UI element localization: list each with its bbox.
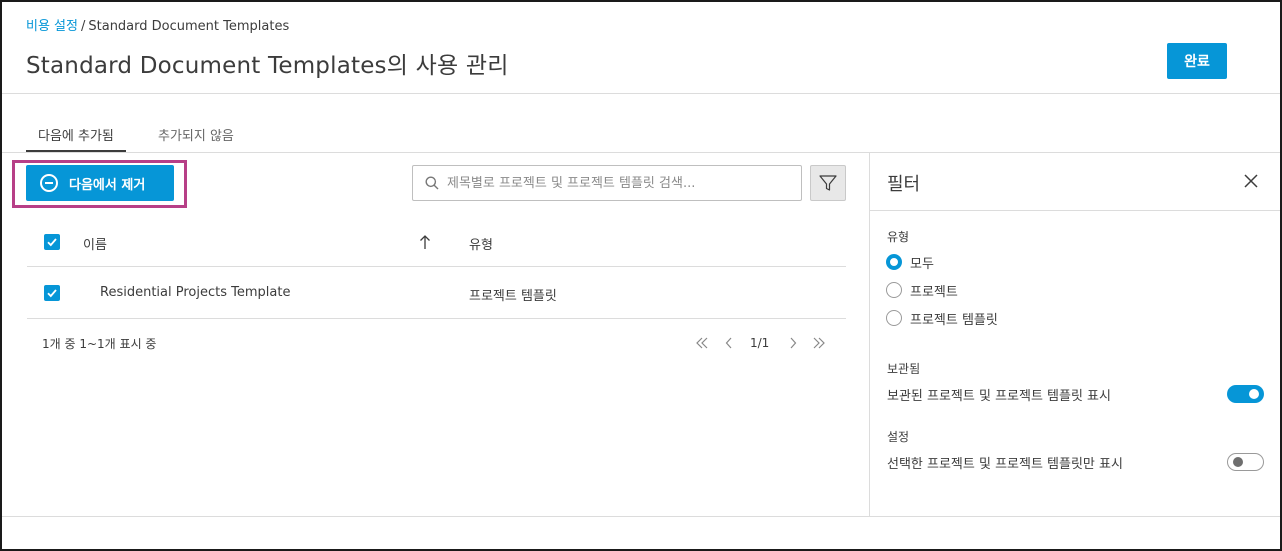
archived-toggle-label: 보관된 프로젝트 및 프로젝트 템플릿 표시 bbox=[887, 389, 1111, 404]
column-header-type[interactable]: 유형 bbox=[469, 234, 493, 253]
page-title: Standard Document Templates의 사용 관리 bbox=[26, 53, 509, 79]
chevron-right-icon bbox=[790, 337, 797, 349]
radio-all[interactable] bbox=[886, 254, 902, 270]
selected-only-toggle-label: 선택한 프로젝트 및 프로젝트 템플릿만 표시 bbox=[887, 457, 1123, 472]
chevron-left-icon bbox=[725, 337, 732, 349]
last-page-button[interactable] bbox=[811, 333, 827, 353]
page-indicator: 1/1 bbox=[750, 336, 770, 350]
radio-project-label[interactable]: 프로젝트 bbox=[910, 281, 958, 300]
row-name[interactable]: Residential Projects Template bbox=[100, 285, 290, 300]
footer-divider bbox=[2, 516, 1280, 517]
checkmark-icon bbox=[47, 289, 57, 298]
filter-type-label: 유형 bbox=[887, 230, 910, 244]
double-chevron-right-icon bbox=[813, 337, 825, 349]
select-all-checkbox[interactable] bbox=[44, 234, 60, 250]
checkmark-icon bbox=[47, 238, 57, 247]
row-type: 프로젝트 템플릿 bbox=[469, 289, 557, 304]
breadcrumb-current: Standard Document Templates bbox=[88, 19, 290, 34]
table-row-divider bbox=[27, 318, 846, 319]
breadcrumb-separator: / bbox=[80, 19, 86, 34]
radio-all-label[interactable]: 모두 bbox=[910, 253, 934, 272]
tab-not-added[interactable]: 추가되지 않음 bbox=[158, 125, 234, 144]
minus-circle-icon bbox=[40, 174, 58, 192]
search-box[interactable] bbox=[412, 165, 802, 201]
header-divider bbox=[2, 93, 1280, 94]
tabs-divider bbox=[2, 152, 1280, 153]
radio-project-template[interactable] bbox=[886, 310, 902, 326]
breadcrumb-link[interactable]: 비용 설정 bbox=[26, 19, 78, 34]
radio-project[interactable] bbox=[886, 282, 902, 298]
filter-archived-label: 보관됨 bbox=[887, 362, 921, 376]
next-page-button[interactable] bbox=[786, 333, 800, 353]
filter-panel-header-divider bbox=[870, 210, 1280, 211]
filter-panel-title: 필터 bbox=[887, 174, 921, 195]
search-input[interactable] bbox=[447, 175, 787, 191]
row-checkbox[interactable] bbox=[44, 285, 60, 301]
toggle-knob bbox=[1233, 457, 1243, 467]
filter-button[interactable] bbox=[810, 165, 846, 201]
row-count-text: 1개 중 1~1개 표시 중 bbox=[42, 337, 157, 351]
previous-page-button[interactable] bbox=[722, 333, 736, 353]
search-icon bbox=[425, 176, 439, 190]
sort-ascending-icon[interactable] bbox=[418, 234, 432, 250]
done-button[interactable]: 완료 bbox=[1167, 43, 1227, 79]
archived-toggle[interactable] bbox=[1227, 385, 1264, 403]
radio-project-template-label[interactable]: 프로젝트 템플릿 bbox=[910, 309, 998, 328]
selected-only-toggle[interactable] bbox=[1227, 453, 1264, 471]
filter-settings-label: 설정 bbox=[887, 430, 910, 444]
table-header-divider bbox=[27, 266, 846, 267]
column-header-name[interactable]: 이름 bbox=[83, 234, 107, 253]
close-icon[interactable] bbox=[1242, 172, 1260, 190]
remove-button[interactable]: 다음에서 제거 bbox=[26, 165, 174, 201]
filter-panel-divider bbox=[869, 153, 870, 516]
tab-added[interactable]: 다음에 추가됨 bbox=[26, 125, 126, 152]
breadcrumb: 비용 설정 / Standard Document Templates bbox=[26, 15, 289, 34]
funnel-icon bbox=[819, 175, 837, 191]
first-page-button[interactable] bbox=[694, 333, 710, 353]
remove-button-label: 다음에서 제거 bbox=[69, 177, 146, 193]
toggle-knob bbox=[1249, 389, 1259, 399]
double-chevron-left-icon bbox=[696, 337, 708, 349]
